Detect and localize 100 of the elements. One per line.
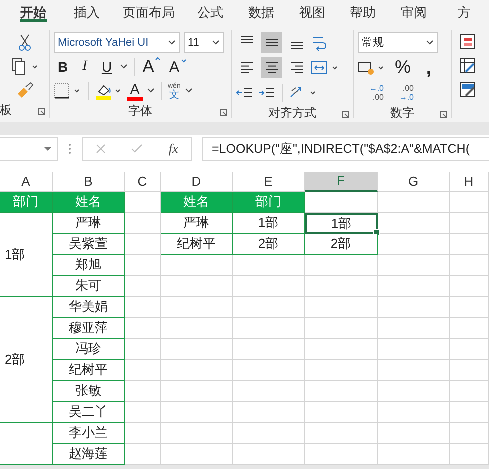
empty-cell [233,402,305,423]
column-header[interactable]: C [125,172,161,192]
number-format-dropdown[interactable]: 常规 [358,32,438,53]
empty-cell [378,423,450,444]
ribbon-tab[interactable]: 开始 [20,0,47,22]
table-cell: 朱可 [53,276,125,297]
caret-icon[interactable] [120,64,128,70]
align-middle-button[interactable] [261,32,282,53]
grow-font-button[interactable]: A [141,57,163,77]
caret-icon[interactable] [147,88,155,94]
table-format-icon[interactable] [460,58,476,74]
table-cell: 姓名 [53,192,125,213]
borders-icon[interactable] [54,83,82,99]
empty-cell [450,444,489,465]
table-cell: 穆亚萍 [53,318,125,339]
empty-cell [233,360,305,381]
empty-cell [233,444,305,465]
empty-cell [378,339,450,360]
down-caret-icon [180,58,186,62]
underline-button[interactable]: U [98,59,116,75]
empty-cell [161,381,233,402]
decrease-decimal-button[interactable]: .00 →.0 [388,84,414,102]
scissors-icon[interactable] [18,34,32,52]
increase-decimal-button[interactable]: ←.0 .00 [358,84,384,102]
drag-handle-icon[interactable] [68,143,72,155]
font-name-dropdown[interactable]: Microsoft YaHei UI [54,32,180,53]
caret-icon[interactable] [184,88,193,94]
empty-cell [233,423,305,444]
table-cell: 1部 [233,213,305,234]
table-cell: 郑旭 [53,255,125,276]
caret-icon [168,40,176,46]
empty-cell [450,423,489,444]
column-header[interactable]: F [305,172,378,192]
launcher-icon[interactable] [440,111,448,119]
ribbon-tab[interactable]: 审阅 [389,0,438,22]
italic-button[interactable]: I [76,59,94,75]
table-cell: 吴二丫 [53,402,125,423]
table-cell: 姓名 [161,192,233,213]
empty-cell [450,402,489,423]
group-label: 板 [0,102,12,118]
conditional-format-icon[interactable] [460,34,476,50]
ribbon-tab[interactable]: 方 [440,0,489,22]
table-cell: 李小兰 [53,423,125,444]
cell-style-icon[interactable] [460,82,476,98]
empty-cell [161,297,233,318]
empty-cell [450,381,489,402]
font-color-button[interactable]: A [127,81,143,101]
align-center-icon [264,60,280,76]
launcher-icon[interactable] [38,108,46,116]
align-center-button[interactable] [261,57,282,78]
shrink-font-button[interactable]: A [167,58,189,76]
ribbon-tab[interactable]: 视图 [288,0,337,22]
empty-cell [450,192,489,213]
caret-icon [43,146,53,152]
ribbon-tab[interactable]: 公式 [186,0,236,22]
copy-icon[interactable] [10,58,38,76]
ribbon-tab[interactable]: 插入 [62,0,112,22]
empty-cell [378,297,450,318]
table-cell[interactable]: 2部 [305,234,378,255]
table-cell: 纪树平 [53,360,125,381]
empty-cell [378,381,450,402]
align-top-icon [238,35,254,44]
empty-cell [233,276,305,297]
check-icon[interactable] [131,144,144,154]
column-header[interactable]: G [378,172,450,192]
ribbon-tab[interactable]: 页面布局 [113,0,184,22]
up-caret-icon [155,57,162,61]
align-bottom-icon [288,41,304,50]
bold-button[interactable]: B [54,59,72,75]
empty-cell [378,360,450,381]
caret-icon [426,40,434,46]
table-cell [0,423,53,465]
empty-cell [378,255,450,276]
empty-cell [450,318,489,339]
empty-cell [233,339,305,360]
launcher-icon[interactable] [342,111,350,119]
align-left-icon [238,60,254,76]
brush-icon[interactable] [16,82,34,100]
table-cell: 纪树平 [161,234,233,255]
table-cell: 部门 [0,192,53,213]
empty-cell [450,255,489,276]
empty-cell [161,276,233,297]
column-header[interactable]: H [450,172,489,192]
table-cell: 赵海莲 [53,444,125,465]
ribbon-tab[interactable]: 数据 [237,0,286,22]
empty-cell [450,339,489,360]
font-size-dropdown[interactable]: 11 [184,32,224,53]
table-cell: 2部 [233,234,305,255]
ribbon-tab[interactable]: 帮助 [338,0,388,22]
empty-cell [161,423,233,444]
table-cell: 1部 [0,213,53,297]
table-cell[interactable]: 1部 [305,213,378,234]
group-label: 数字 [390,104,414,122]
formula-field[interactable]: =LOOKUP("座",INDIRECT("$A$2:A"&MATCH( [202,137,489,161]
empty-cell [233,297,305,318]
percent-button[interactable]: % [392,57,414,78]
insert-function-button[interactable]: fx [168,141,178,157]
table-cell: 吴紫萱 [53,234,125,255]
launcher-icon[interactable] [220,109,228,117]
empty-cell [450,213,489,234]
